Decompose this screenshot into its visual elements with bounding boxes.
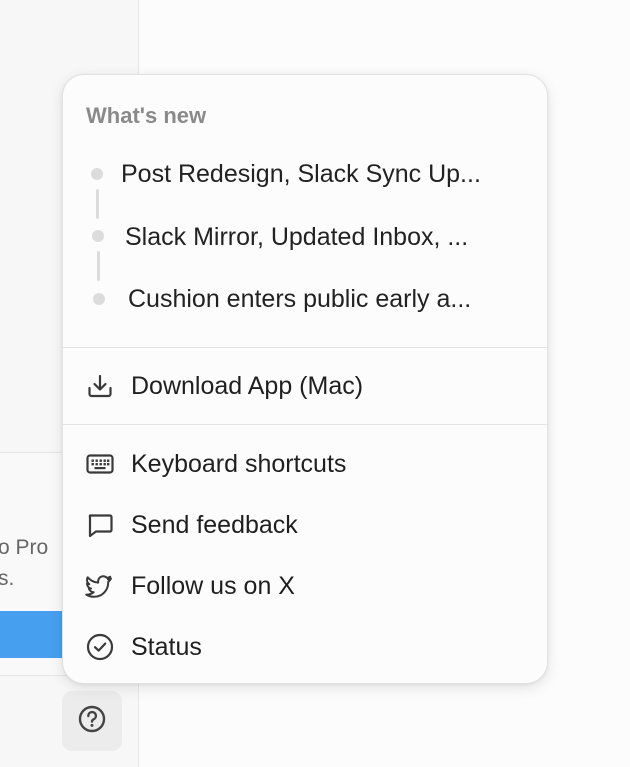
send-feedback-item[interactable]: Send feedback <box>85 502 298 548</box>
download-icon <box>85 371 115 401</box>
whats-new-title: What's new <box>86 103 207 128</box>
news-item-label: Post Redesign, Slack Sync Up... <box>121 159 481 188</box>
keyboard-shortcuts-item[interactable]: Keyboard shortcuts <box>85 441 346 487</box>
timeline-dot <box>91 168 103 180</box>
keyboard-icon <box>85 449 115 479</box>
news-item[interactable]: Post Redesign, Slack Sync Up... <box>121 154 481 194</box>
twitter-bird-icon <box>85 571 115 601</box>
download-app-label: Download App (Mac) <box>131 371 364 400</box>
upgrade-text-line: s. <box>0 567 15 590</box>
news-item-label: Cushion enters public early a... <box>128 284 472 313</box>
status-label: Status <box>131 632 202 661</box>
upgrade-text: o Pro s. <box>0 532 62 594</box>
upgrade-text-line: o Pro <box>0 536 49 559</box>
follow-x-item[interactable]: Follow us on X <box>85 563 295 609</box>
upgrade-button[interactable] <box>0 611 70 658</box>
send-feedback-label: Send feedback <box>131 510 298 539</box>
keyboard-shortcuts-label: Keyboard shortcuts <box>131 449 347 478</box>
news-item[interactable]: Cushion enters public early a... <box>128 279 471 319</box>
status-item[interactable]: Status <box>85 624 202 670</box>
news-item[interactable]: Slack Mirror, Updated Inbox, ... <box>125 217 468 257</box>
timeline-dot <box>92 230 104 242</box>
timeline-line <box>96 189 99 219</box>
timeline-dot <box>93 293 105 305</box>
speech-bubble-icon <box>85 510 115 540</box>
help-button[interactable] <box>62 691 122 751</box>
divider <box>63 424 549 425</box>
help-menu: What's new Post Redesign, Slack Sync Up.… <box>62 74 549 684</box>
question-circle-icon <box>77 704 107 739</box>
timeline-line <box>97 251 100 281</box>
news-item-label: Slack Mirror, Updated Inbox, ... <box>125 222 469 251</box>
follow-x-label: Follow us on X <box>131 571 295 600</box>
check-circle-icon <box>85 632 115 662</box>
divider <box>63 347 549 348</box>
download-app-item[interactable]: Download App (Mac) <box>85 363 363 409</box>
